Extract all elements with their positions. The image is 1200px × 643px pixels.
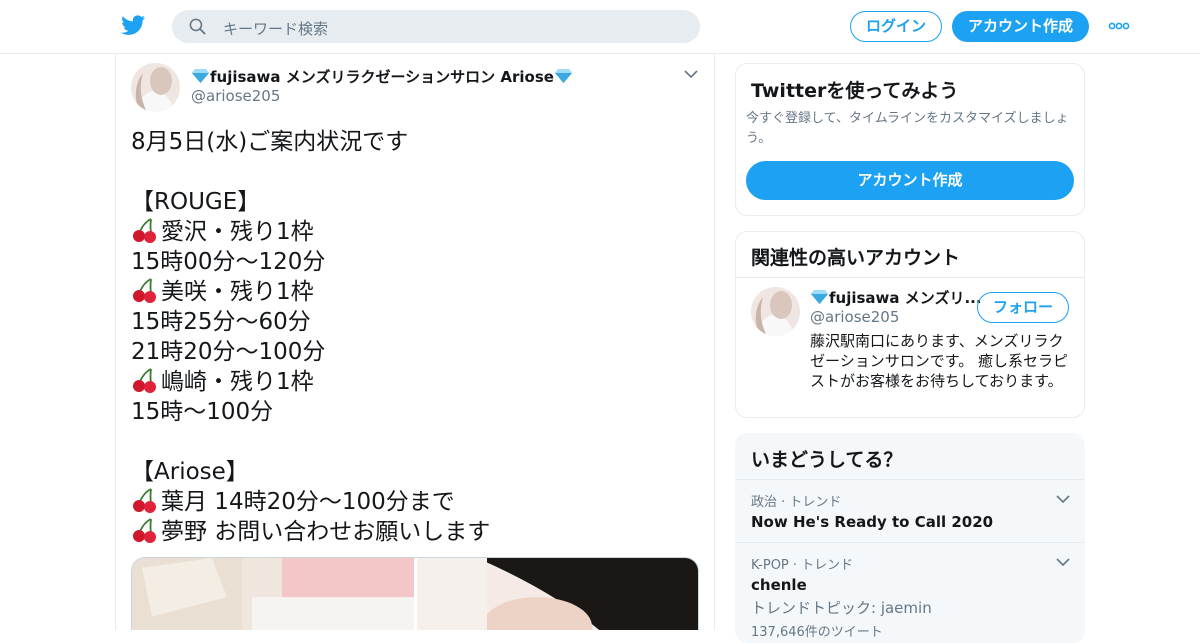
author-handle[interactable]: @ariose205 — [191, 87, 280, 105]
trend-count: 137,646件のツイート — [751, 625, 883, 640]
divider — [736, 542, 1084, 543]
avatar[interactable] — [751, 287, 800, 336]
chevron-down-icon[interactable] — [1056, 557, 1070, 567]
related-account-name-text: fujisawa メンズリ... — [829, 289, 982, 307]
divider — [736, 479, 1084, 480]
tweet-line: 8月5日(水)ご案内状況です — [131, 129, 409, 155]
tweet-line-text: 夢野 お問い合わせお願いします — [161, 519, 491, 545]
tweet-line: 夢野 お問い合わせお願いします — [131, 517, 701, 547]
tweet-line: 【Ariose】 — [131, 459, 249, 485]
tweet-detail: fujisawa メンズリラクゼーションサロン Ariose @ariose20… — [115, 54, 715, 630]
signup-card-title: Twitterを使ってみよう — [751, 80, 959, 102]
tweet-line: 嶋崎・残り1枠 — [131, 367, 701, 397]
cherry-icon — [133, 278, 156, 303]
login-button[interactable]: ログイン — [850, 11, 942, 42]
tweet-line-text: 美咲・残り1枠 — [161, 279, 314, 305]
trend-context: 政治 · トレンド — [751, 495, 842, 510]
tweet-line: 美咲・残り1枠 — [131, 277, 701, 307]
author-name-text: fujisawa メンズリラクゼーションサロン Ariose — [210, 68, 554, 86]
tweet-line: 15時00分～120分 — [131, 249, 326, 275]
trends-title: いまどうしてる？ — [751, 449, 903, 471]
search-bar[interactable]: キーワード検索 — [172, 10, 700, 43]
cherry-icon — [133, 218, 156, 243]
tweet-line: 葉月 14時20分～100分まで — [131, 487, 701, 517]
chevron-down-icon[interactable] — [1056, 494, 1070, 504]
signup-button[interactable]: アカウント作成 — [952, 11, 1089, 42]
media-photo[interactable] — [417, 558, 699, 630]
top-navigation-bar: キーワード検索 ログイン アカウント作成 — [0, 0, 1200, 54]
trend-name[interactable]: chenle — [751, 576, 1071, 594]
tweet-text: 8月5日(水)ご案内状況です 【ROUGE】 愛沢・残り1枠 15時00分～12… — [131, 127, 701, 547]
trend-topic: トレンドトピック: jaemin — [751, 599, 932, 617]
twitter-bird-icon[interactable] — [120, 13, 147, 37]
cherry-icon — [133, 368, 156, 393]
create-account-button[interactable]: アカウント作成 — [746, 161, 1074, 200]
trends-card: いまどうしてる？ 政治 · トレンド Now He's Ready to Cal… — [735, 433, 1085, 643]
search-input[interactable]: キーワード検索 — [223, 18, 328, 39]
tweet-line-text: 葉月 14時20分～100分まで — [161, 489, 455, 515]
tweet-line-text: 愛沢・残り1枠 — [161, 219, 314, 245]
more-icon[interactable] — [1105, 15, 1135, 37]
chevron-down-icon[interactable] — [684, 69, 698, 79]
gem-icon — [811, 290, 828, 304]
tweet-line: 15時25分～60分 — [131, 309, 311, 335]
tweet-line — [131, 157, 701, 187]
gem-icon — [192, 69, 209, 83]
search-icon — [189, 18, 206, 35]
follow-button[interactable]: フォロー — [977, 292, 1069, 323]
trend-name[interactable]: Now He's Ready to Call 2020 — [751, 513, 1071, 531]
tweet-line: 【ROUGE】 — [131, 189, 261, 215]
signup-card: Twitterを使ってみよう 今すぐ登録して、タイムラインをカスタマイズしましょ… — [735, 63, 1085, 216]
related-account-bio: 藤沢駅南口にあります、メンズリラクゼーションサロンです。 癒し系セラピストがお客… — [810, 332, 1068, 390]
gem-icon — [554, 69, 572, 83]
trend-item[interactable]: K-POP · トレンド chenle トレンドトピック: jaemin 137… — [751, 554, 1071, 640]
tweet-line: 愛沢・残り1枠 — [131, 217, 701, 247]
cherry-icon — [133, 488, 156, 513]
trend-item[interactable]: 政治 · トレンド Now He's Ready to Call 2020 — [751, 491, 1071, 531]
related-account-name[interactable]: fujisawa メンズリ... — [810, 287, 982, 308]
avatar[interactable] — [131, 63, 180, 112]
related-accounts-title: 関連性の高いアカウント — [751, 247, 961, 269]
related-accounts-card: 関連性の高いアカウント fujisawa メンズリ... @ariose205 … — [735, 231, 1085, 418]
related-account-handle[interactable]: @ariose205 — [810, 308, 899, 326]
signup-card-subtitle: 今すぐ登録して、タイムラインをカスタマイズしましょう。 — [746, 111, 1069, 146]
cherry-icon — [133, 518, 156, 543]
trend-context: K-POP · トレンド — [751, 558, 854, 573]
author-name[interactable]: fujisawa メンズリラクゼーションサロン Ariose — [191, 66, 573, 87]
tweet-media[interactable] — [131, 557, 699, 630]
tweet-line: 15時～100分 — [131, 399, 274, 425]
media-photo[interactable] — [132, 558, 414, 630]
tweet-line-text: 嶋崎・残り1枠 — [161, 369, 314, 395]
tweet-line — [131, 427, 701, 457]
divider — [736, 277, 1084, 278]
tweet-line: 21時20分～100分 — [131, 339, 326, 365]
